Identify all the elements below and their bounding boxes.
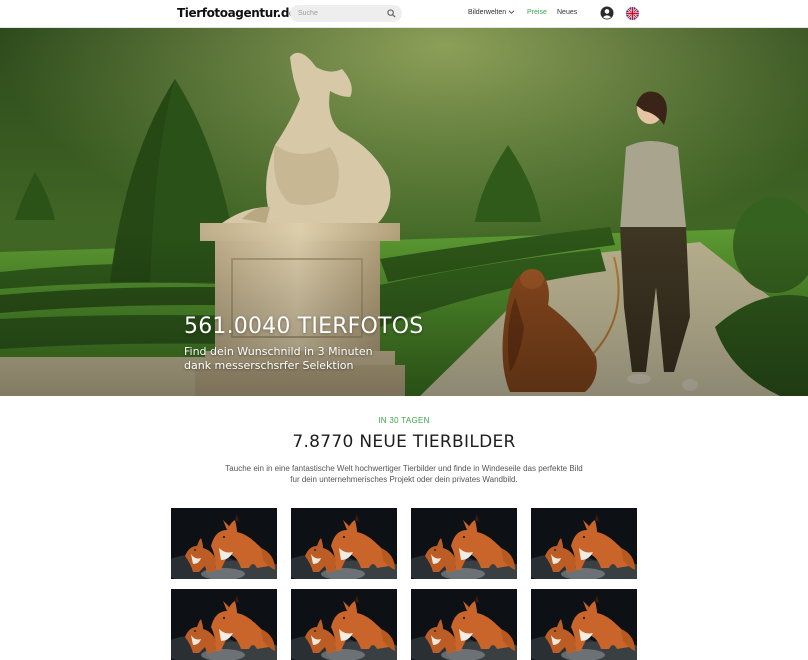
hero-subtitle-line-2: dank messerschsrfer Selektion (184, 359, 354, 372)
fox-photo-thumbnail (411, 508, 517, 579)
nav-neues[interactable]: Neues (557, 9, 577, 16)
gallery-tile[interactable] (171, 589, 277, 660)
site-logo[interactable]: Tierfotoagentur.de (177, 6, 297, 20)
hero-banner: 561.0040 TIERFOTOS Find dein Wunschnild … (0, 27, 808, 396)
gallery-tile[interactable] (531, 589, 637, 660)
fox-photo-thumbnail (531, 589, 637, 660)
gallery-tile[interactable] (171, 508, 277, 579)
search-icon[interactable] (387, 9, 396, 18)
gallery-tile[interactable] (291, 589, 397, 660)
section-title: 7.8770 NEUE TIERBILDER (292, 432, 516, 452)
hero-image-garden-scene (0, 27, 808, 396)
nav-preise-label: Preise (527, 9, 547, 16)
search-input[interactable] (290, 5, 382, 22)
hero-subtitle: Find dein Wunschnild in 3 Minuten dank m… (184, 345, 414, 373)
logo-text: Tierfotoagentur.de (177, 6, 297, 20)
gallery-tile[interactable] (411, 589, 517, 660)
fox-photo-thumbnail (531, 508, 637, 579)
fox-photo-thumbnail (411, 589, 517, 660)
nav-bilderwelten[interactable]: Bilderwelten (468, 9, 515, 16)
search-bar[interactable] (290, 5, 402, 22)
user-account-icon[interactable] (600, 6, 614, 20)
section-description: Tauche ein in eine fantastische Welt hoc… (0, 463, 808, 485)
gallery-tile[interactable] (411, 508, 517, 579)
fox-photo-thumbnail (171, 589, 277, 660)
section-description-line-2: fur dein unternehmerisches Projekt oder … (290, 475, 518, 484)
nav-preise[interactable]: Preise (527, 9, 547, 16)
section-description-line-1: Tauche ein in eine fantastische Welt hoc… (225, 464, 583, 473)
nav-neues-label: Neues (557, 9, 578, 16)
fox-photo-thumbnail (171, 508, 277, 579)
chevron-down-icon (508, 10, 515, 15)
gallery-tile[interactable] (291, 508, 397, 579)
fox-photo-thumbnail (291, 589, 397, 660)
hero-title: 561.0040 TIERFOTOS (184, 314, 424, 339)
fox-photo-thumbnail (291, 508, 397, 579)
uk-flag-icon[interactable] (626, 7, 639, 20)
hero-subtitle-line-1: Find dein Wunschnild in 3 Minuten (184, 345, 373, 358)
gallery-tile[interactable] (531, 508, 637, 579)
section-kicker: IN 30 TAGEN (378, 416, 430, 425)
nav-bilderwelten-label: Bilderwelten (468, 9, 507, 16)
site-header: Tierfotoagentur.de Bilderwelten Preise N… (0, 0, 808, 28)
